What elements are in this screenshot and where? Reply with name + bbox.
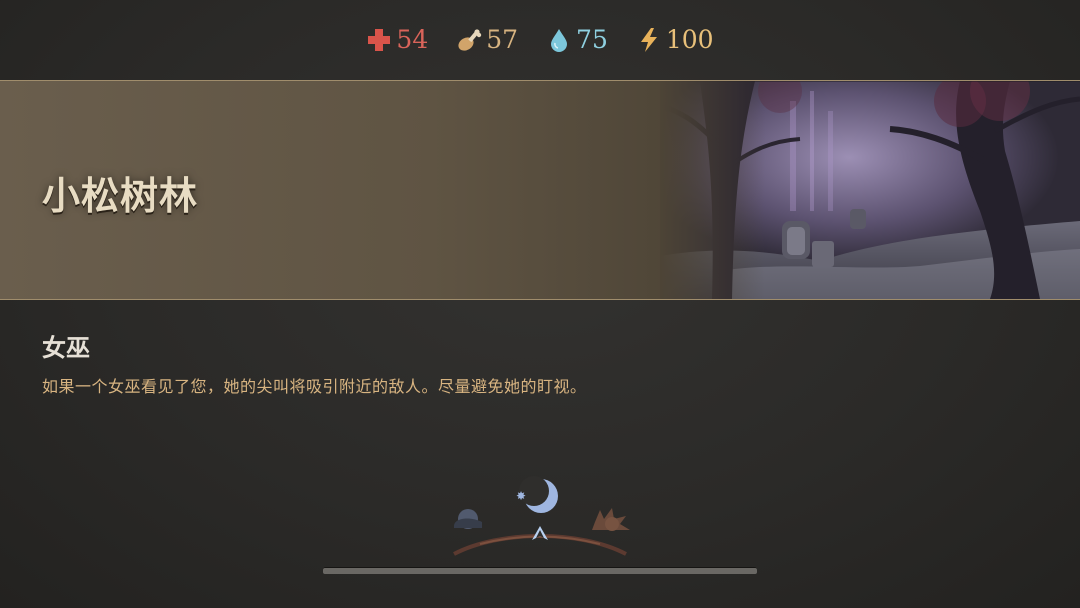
lightning-bolt-icon <box>640 28 657 52</box>
day-cycle-arc <box>453 534 627 556</box>
stats-bar: 54 57 75 100 <box>0 22 1080 58</box>
food-value: 57 <box>486 25 519 54</box>
crescent-moon-icon: ✸ <box>516 476 558 513</box>
health-stat: 54 <box>366 22 428 58</box>
enemy-description: 如果一个女巫看见了您，她的尖叫将吸引附近的敌人。尽量避免她的盯视。 <box>42 377 587 396</box>
night-cloud-icon <box>454 509 482 529</box>
water-stat: 75 <box>546 22 608 58</box>
food-stat: 57 <box>456 22 518 58</box>
location-banner: 小松树林 <box>0 80 1080 300</box>
red-cross-icon <box>368 29 391 51</box>
energy-value: 100 <box>665 25 714 54</box>
sun-icon <box>592 508 630 531</box>
day-cycle-indicator: ✸ <box>453 476 630 556</box>
water-value: 75 <box>576 25 608 54</box>
enemy-name: 女巫 <box>42 334 90 362</box>
water-drop-icon <box>551 29 568 52</box>
location-title: 小松树林 <box>42 174 199 218</box>
location-illustration <box>660 81 1080 299</box>
svg-text:✸: ✸ <box>516 489 526 503</box>
meat-leg-icon <box>458 29 482 51</box>
health-value: 54 <box>396 25 429 54</box>
progress-bar <box>323 567 757 574</box>
energy-stat: 100 <box>636 22 714 58</box>
